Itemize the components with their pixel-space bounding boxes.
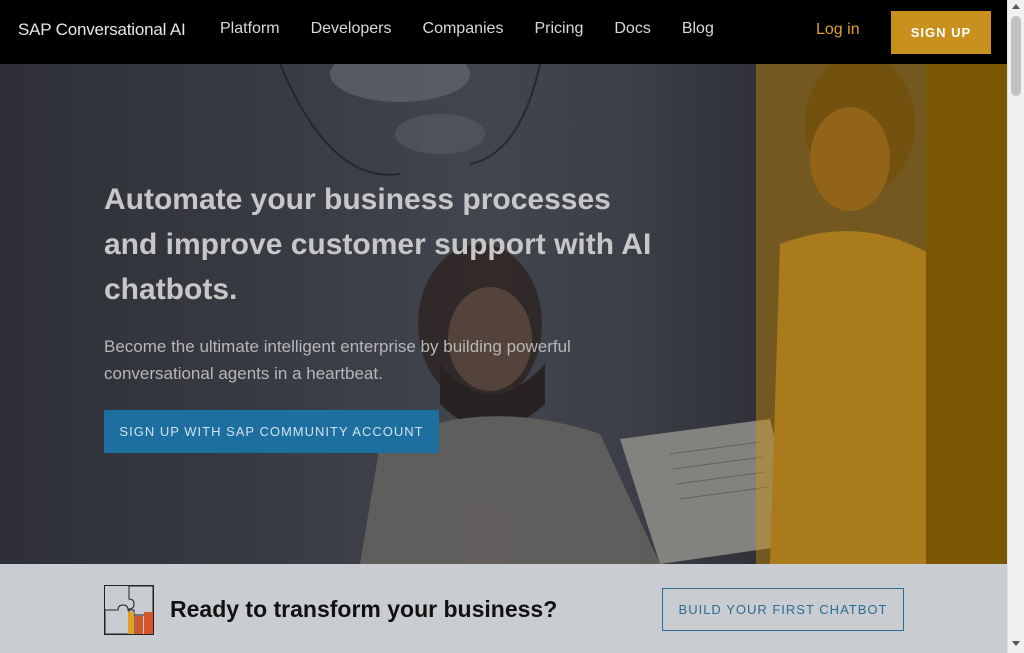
puzzle-icon xyxy=(104,585,154,635)
login-link[interactable]: Log in xyxy=(816,21,860,39)
scroll-up-icon[interactable] xyxy=(1012,4,1020,9)
hero-section: Automate your business processes and imp… xyxy=(0,64,1007,564)
scroll-down-icon[interactable] xyxy=(1012,641,1020,646)
nav-link-pricing[interactable]: Pricing xyxy=(534,20,583,38)
transform-band: Ready to transform your business? BUILD … xyxy=(0,564,1007,653)
band-title: Ready to transform your business? xyxy=(170,596,558,622)
build-chatbot-button[interactable]: BUILD YOUR FIRST CHATBOT xyxy=(662,588,904,631)
hero-yellow-stripe xyxy=(926,64,1007,564)
scroll-thumb[interactable] xyxy=(1011,16,1021,96)
nav-link-blog[interactable]: Blog xyxy=(682,20,714,38)
brand-logo[interactable]: SAP Conversational AI xyxy=(18,20,186,40)
nav-link-platform[interactable]: Platform xyxy=(220,20,280,38)
nav-link-developers[interactable]: Developers xyxy=(311,20,392,38)
hero-subline: Become the ultimate intelligent enterpri… xyxy=(104,337,571,383)
page-scrollbar[interactable] xyxy=(1007,0,1024,653)
nav-links: Platform Developers Companies Pricing Do… xyxy=(220,20,745,38)
top-nav: SAP Conversational AI Platform Developer… xyxy=(0,0,1007,64)
hero-yellow-band xyxy=(756,64,926,564)
sap-community-signup-button[interactable]: SIGN UP WITH SAP COMMUNITY ACCOUNT xyxy=(104,410,439,453)
hero-dark-overlay xyxy=(0,64,756,564)
signup-button[interactable]: SIGN UP xyxy=(891,11,991,54)
hero-headline: Automate your business processes and imp… xyxy=(104,183,652,306)
nav-link-docs[interactable]: Docs xyxy=(614,20,650,38)
nav-link-companies[interactable]: Companies xyxy=(423,20,504,38)
